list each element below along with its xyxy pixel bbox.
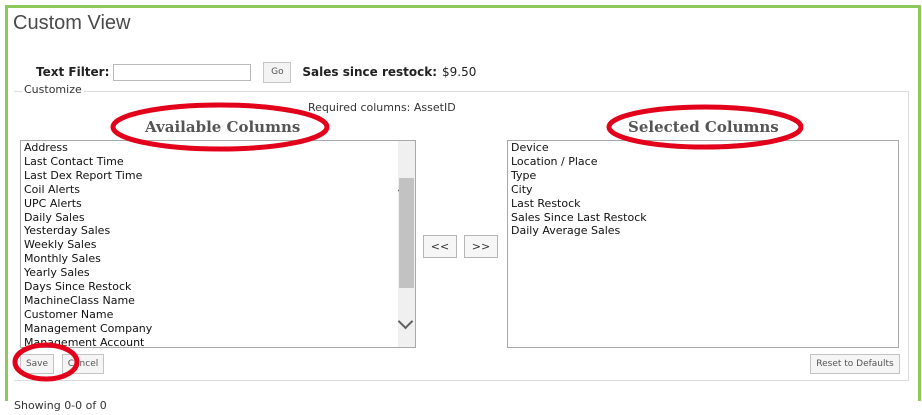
available-column-option[interactable]: Last Dex Report Time (21, 169, 415, 183)
selected-column-option[interactable]: Type (508, 169, 898, 183)
available-column-option[interactable]: MachineClass Name (21, 294, 415, 308)
available-column-option[interactable]: Last Contact Time (21, 155, 415, 169)
selected-column-option[interactable]: Last Restock (508, 197, 898, 211)
sales-since-restock-value: $9.50 (442, 65, 477, 79)
available-column-option[interactable]: Customer Name (21, 308, 415, 322)
cancel-button[interactable]: Cancel (62, 354, 104, 374)
customize-legend: Customize (22, 83, 84, 96)
selected-columns-title: Selected Columns (628, 118, 779, 136)
selected-column-option[interactable]: Daily Average Sales (508, 224, 898, 238)
selected-column-option[interactable]: Device (508, 141, 898, 155)
filter-row: Text Filter: Go Sales since restock: $9.… (36, 61, 477, 83)
scroll-down-icon[interactable] (397, 313, 414, 330)
available-column-option[interactable]: Address (21, 141, 415, 155)
available-column-option[interactable]: UPC Alerts (21, 197, 415, 211)
available-columns-items: Address Last Contact Time Last Dex Report … (21, 141, 415, 347)
sales-since-restock-label: Sales since restock: (302, 65, 438, 79)
available-column-option[interactable]: Days Since Restock (21, 280, 415, 294)
save-button[interactable]: Save (20, 354, 54, 374)
selected-columns-items: Device Location / Place Type City Last Resto… (508, 141, 898, 238)
available-column-option[interactable]: Yearly Sales (21, 266, 415, 280)
available-column-option[interactable]: Yesterday Sales (21, 224, 415, 238)
available-column-option[interactable]: Weekly Sales (21, 238, 415, 252)
available-columns-list[interactable]: Address Last Contact Time Last Dex Report … (20, 140, 416, 348)
required-columns-text: Required columns: AssetID (308, 101, 456, 114)
text-filter-input[interactable] (113, 63, 252, 81)
page-title: Custom View (13, 12, 131, 34)
available-column-option[interactable]: Coil Alerts (21, 183, 415, 197)
available-columns-title: Available Columns (145, 118, 301, 136)
available-column-option[interactable]: Daily Sales (21, 211, 415, 225)
selected-column-option[interactable]: Location / Place (508, 155, 898, 169)
available-column-option[interactable]: Management Company (21, 322, 415, 336)
go-button[interactable]: Go (263, 61, 292, 83)
selected-column-option[interactable]: City (508, 183, 898, 197)
available-column-option[interactable]: Monthly Sales (21, 252, 415, 266)
selected-columns-list[interactable]: Device Location / Place Type City Last Resto… (507, 140, 899, 348)
move-left-button[interactable]: << (423, 235, 457, 258)
available-column-option[interactable]: Management Account (21, 336, 415, 347)
selected-column-option[interactable]: Sales Since Last Restock (508, 211, 898, 225)
pagination-status: Showing 0-0 of 0 (14, 399, 107, 412)
move-right-button[interactable]: >> (464, 235, 498, 258)
scroll-thumb[interactable] (399, 178, 414, 288)
text-filter-label: Text Filter: (36, 65, 110, 79)
available-list-scrollbar[interactable] (397, 141, 415, 347)
reset-to-defaults-button[interactable]: Reset to Defaults (810, 354, 900, 374)
